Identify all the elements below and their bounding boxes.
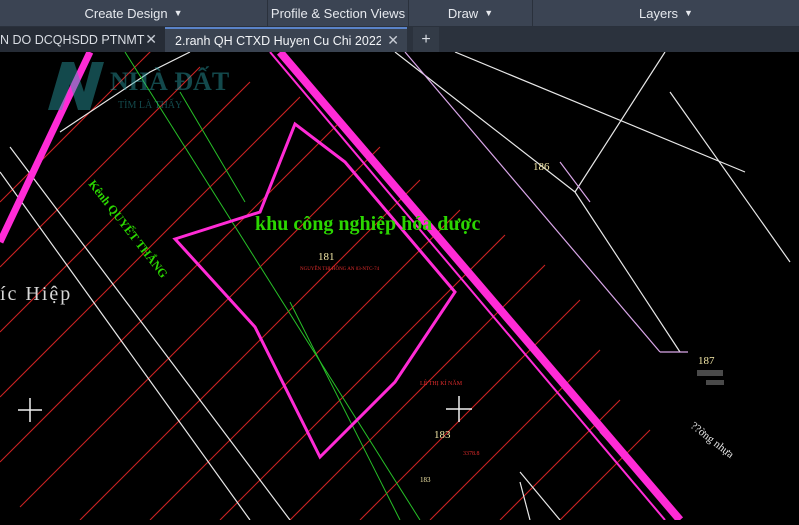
hatch-line bbox=[0, 66, 201, 268]
new-tab-button[interactable]: + bbox=[413, 27, 439, 52]
drawing-svg: NHÀ ĐẤT TÌM LÀ THẤY khu công nghiệp hóa … bbox=[0, 1, 791, 523]
road-label: ??ờng nhựa bbox=[688, 420, 736, 461]
hatch-line bbox=[219, 234, 506, 521]
doc-tab-dcqhsdd[interactable]: N DO DCQHSDD PTNMT* ✕ bbox=[0, 27, 165, 52]
parcel-line bbox=[519, 481, 531, 521]
watermark-subtext: TÌM LÀ THẤY bbox=[118, 98, 182, 111]
hatch-line bbox=[499, 399, 621, 521]
parcel-number-187: 187 bbox=[698, 355, 715, 367]
doc-tab-label: 2.ranh QH CTXD Huyen Cu Chi 2022* bbox=[175, 33, 382, 48]
parcel-number-183: 183 bbox=[434, 429, 451, 441]
parcel-line bbox=[9, 146, 291, 521]
owner-label: LÊ THỊ KÍ NĂM bbox=[420, 379, 463, 387]
parcel-line bbox=[519, 471, 561, 521]
hatch-line bbox=[289, 264, 546, 521]
doc-tab-label: N DO DCQHSDD PTNMT* bbox=[0, 32, 146, 47]
hatch-line bbox=[139, 1, 201, 63]
cross-markers bbox=[18, 396, 472, 422]
parcel-line bbox=[669, 91, 791, 263]
parcel-181-boundary bbox=[172, 121, 457, 460]
parcel-number-186: 186 bbox=[533, 161, 550, 173]
ribbon-panel-label: Create Design bbox=[84, 5, 168, 21]
zone-label: khu công nghiệp hóa dược bbox=[255, 213, 480, 235]
chevron-down-icon: ▼ bbox=[484, 8, 494, 18]
grid-hatch-lines bbox=[0, 1, 651, 521]
ribbon-panel-profile-section-views[interactable]: Profile & Section Views bbox=[268, 0, 409, 26]
plus-icon: + bbox=[421, 30, 431, 48]
ribbon-panel-create-design[interactable]: Create Design ▼ bbox=[0, 0, 268, 26]
parcel-line bbox=[559, 161, 591, 203]
green-line bbox=[179, 91, 246, 203]
green-line bbox=[289, 301, 401, 521]
hatch-line bbox=[149, 209, 461, 521]
ribbon-panel-layers[interactable]: Layers ▼ bbox=[533, 0, 799, 26]
house-logo-icon bbox=[48, 62, 104, 110]
magenta-boundaries bbox=[0, 49, 684, 523]
chevron-down-icon: ▼ bbox=[684, 8, 693, 18]
green-line bbox=[124, 51, 421, 521]
hatch-line bbox=[359, 299, 581, 521]
watermark: NHÀ ĐẤT TÌM LÀ THẤY bbox=[48, 62, 229, 111]
watermark-logo-text: NHÀ ĐẤT bbox=[110, 67, 229, 96]
ribbon-panel-label: Profile & Section Views bbox=[270, 5, 406, 21]
area-label: 3378.8 bbox=[463, 451, 480, 457]
ribbon-bar: Create Design ▼ Profile & Section Views … bbox=[0, 0, 799, 27]
small-owner-label: NGUYỄN THỊ HỒNG AN 03-NTC-74 bbox=[300, 266, 380, 272]
light-purple-lines bbox=[404, 51, 688, 353]
parcel-line bbox=[574, 191, 681, 353]
close-icon[interactable]: ✕ bbox=[145, 31, 157, 48]
redacted-block bbox=[697, 370, 723, 376]
redacted-block bbox=[706, 380, 724, 385]
drawing-canvas[interactable]: NHÀ ĐẤT TÌM LÀ THẤY khu công nghiệp hóa … bbox=[0, 1, 799, 523]
parcel-number-small: 183 bbox=[420, 476, 431, 484]
parcel-boundary-lines bbox=[0, 51, 791, 521]
ribbon-panel-label: Draw bbox=[447, 5, 479, 21]
parcel-line bbox=[574, 51, 666, 193]
ribbon-panel-draw[interactable]: Draw ▼ bbox=[409, 0, 533, 26]
place-label: íc Hiệp bbox=[0, 283, 72, 305]
parcel-number-181: 181 bbox=[318, 251, 335, 263]
doc-tab-ranh-qh-ctxd[interactable]: 2.ranh QH CTXD Huyen Cu Chi 2022* ✕ bbox=[165, 27, 407, 52]
close-icon[interactable]: ✕ bbox=[387, 32, 399, 49]
document-tab-bar: N DO DCQHSDD PTNMT* ✕ 2.ranh QH CTXD Huy… bbox=[0, 27, 799, 52]
hatch-line bbox=[429, 349, 601, 521]
ribbon-panel-label: Layers bbox=[639, 5, 679, 21]
chevron-down-icon: ▼ bbox=[173, 8, 183, 18]
green-lines bbox=[124, 51, 421, 521]
